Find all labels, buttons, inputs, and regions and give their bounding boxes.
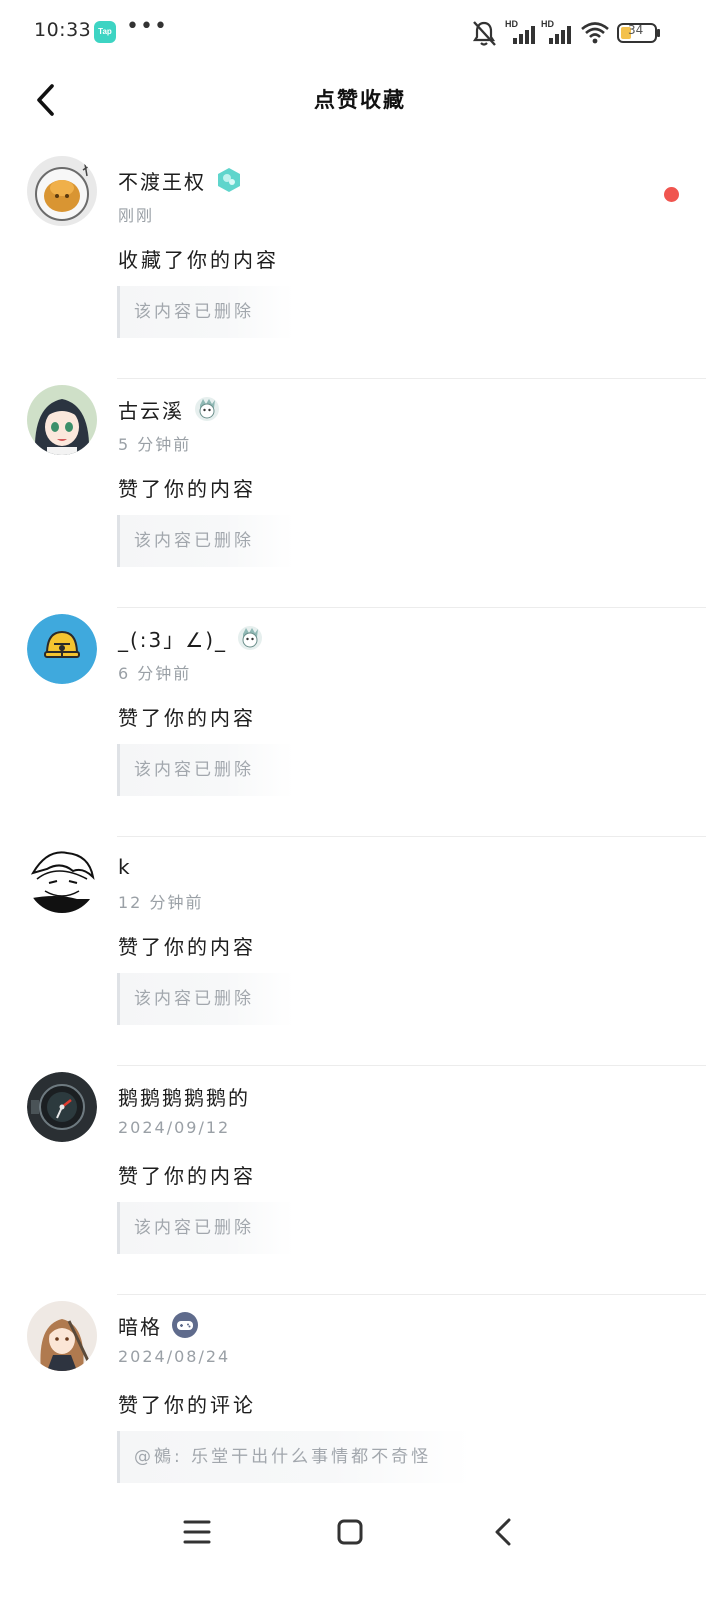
quoted-content[interactable]: 该内容已删除 [117,286,294,338]
notification-item[interactable]: _(:3」∠)_ 6 分钟前 赞了你的内容 该内容已删除 [0,608,720,837]
notification-item[interactable]: 古云溪 5 分钟前 赞了你的内容 该内容已删除 [0,379,720,608]
quoted-content[interactable]: 该内容已删除 [117,515,294,567]
unread-dot [664,187,679,202]
user-row: k [118,851,132,883]
mascot-badge-icon [238,626,262,650]
avatar[interactable] [27,1301,97,1371]
username[interactable]: _(:3」∠)_ [118,624,227,653]
action-text: 赞了你的内容 [118,706,256,730]
teal-gem-badge-icon [218,168,240,192]
avatar[interactable] [27,843,97,913]
action-text: 赞了你的内容 [118,935,256,959]
wifi-icon [581,22,609,44]
timestamp: 6 分钟前 [118,664,192,683]
svg-text:HD: HD [541,19,554,29]
timestamp: 5 分钟前 [118,435,192,454]
signal-hd-icon-2: HD [541,19,571,44]
user-row: 古云溪 [118,393,220,425]
home-button[interactable] [328,1510,372,1554]
signal-hd-icon: HD [505,19,535,44]
username[interactable]: 鹅鹅鹅鹅鹅的 [118,1082,250,1111]
notification-item[interactable]: 暗格 2024/08/24 赞了你的评论 @鵺: 乐堂干出什么事情都不奇怪 [0,1295,720,1495]
svg-text:HD: HD [505,19,518,29]
notification-item[interactable]: k 12 分钟前 赞了你的内容 该内容已删除 [0,837,720,1066]
action-text: 收藏了你的内容 [118,248,279,272]
bell-muted-icon [472,21,496,46]
mascot-badge-icon [195,397,219,421]
user-row: 暗格 [118,1309,198,1341]
username[interactable]: k [118,855,132,879]
timestamp: 12 分钟前 [118,893,204,912]
gamepad-badge-icon [172,1312,198,1338]
avatar[interactable] [27,385,97,455]
more-notifications-icon: ••• [126,14,168,39]
username[interactable]: 暗格 [118,1311,162,1340]
quoted-content[interactable]: 该内容已删除 [117,973,294,1025]
user-row: _(:3」∠)_ [118,622,263,654]
top-nav-bar: 点赞收藏 [0,64,720,136]
user-row: 鹅鹅鹅鹅鹅的 [118,1080,250,1112]
action-text: 赞了你的评论 [118,1393,256,1417]
recent-apps-button[interactable] [175,1510,219,1554]
menu-lines-icon [183,1520,211,1544]
avatar[interactable] [27,1072,97,1142]
taptap-app-icon: Tap [94,21,116,43]
battery-level: 34 [628,23,644,37]
system-navigation-bar [0,1490,720,1600]
user-row: 不渡王权 [118,164,242,196]
notification-item[interactable]: 不渡王权 刚刚 收藏了你的内容 该内容已删除 [0,150,720,379]
action-text: 赞了你的内容 [118,477,256,501]
quoted-comment[interactable]: @鵺: 乐堂干出什么事情都不奇怪 [117,1431,472,1483]
username[interactable]: 古云溪 [118,395,184,424]
quoted-content[interactable]: 该内容已删除 [117,744,294,796]
action-text: 赞了你的内容 [118,1164,256,1188]
system-back-button[interactable] [481,1510,525,1554]
username[interactable]: 不渡王权 [118,166,206,195]
notification-item[interactable]: 鹅鹅鹅鹅鹅的 2024/09/12 赞了你的内容 该内容已删除 [0,1066,720,1295]
chevron-left-icon [495,1518,511,1546]
timestamp: 2024/08/24 [118,1347,231,1366]
page-title: 点赞收藏 [314,88,406,112]
notification-list: 不渡王权 刚刚 收藏了你的内容 该内容已删除 古云溪 5 分钟前 赞了你的内容 … [0,150,720,1495]
quoted-content[interactable]: 该内容已删除 [117,1202,294,1254]
timestamp: 刚刚 [118,206,155,225]
status-bar: 10:33 Tap ••• HD HD 34 [0,0,720,64]
avatar[interactable] [27,156,97,226]
avatar[interactable] [27,614,97,684]
status-time: 10:33 [34,19,92,41]
square-home-icon [337,1519,363,1545]
timestamp: 2024/09/12 [118,1118,231,1137]
